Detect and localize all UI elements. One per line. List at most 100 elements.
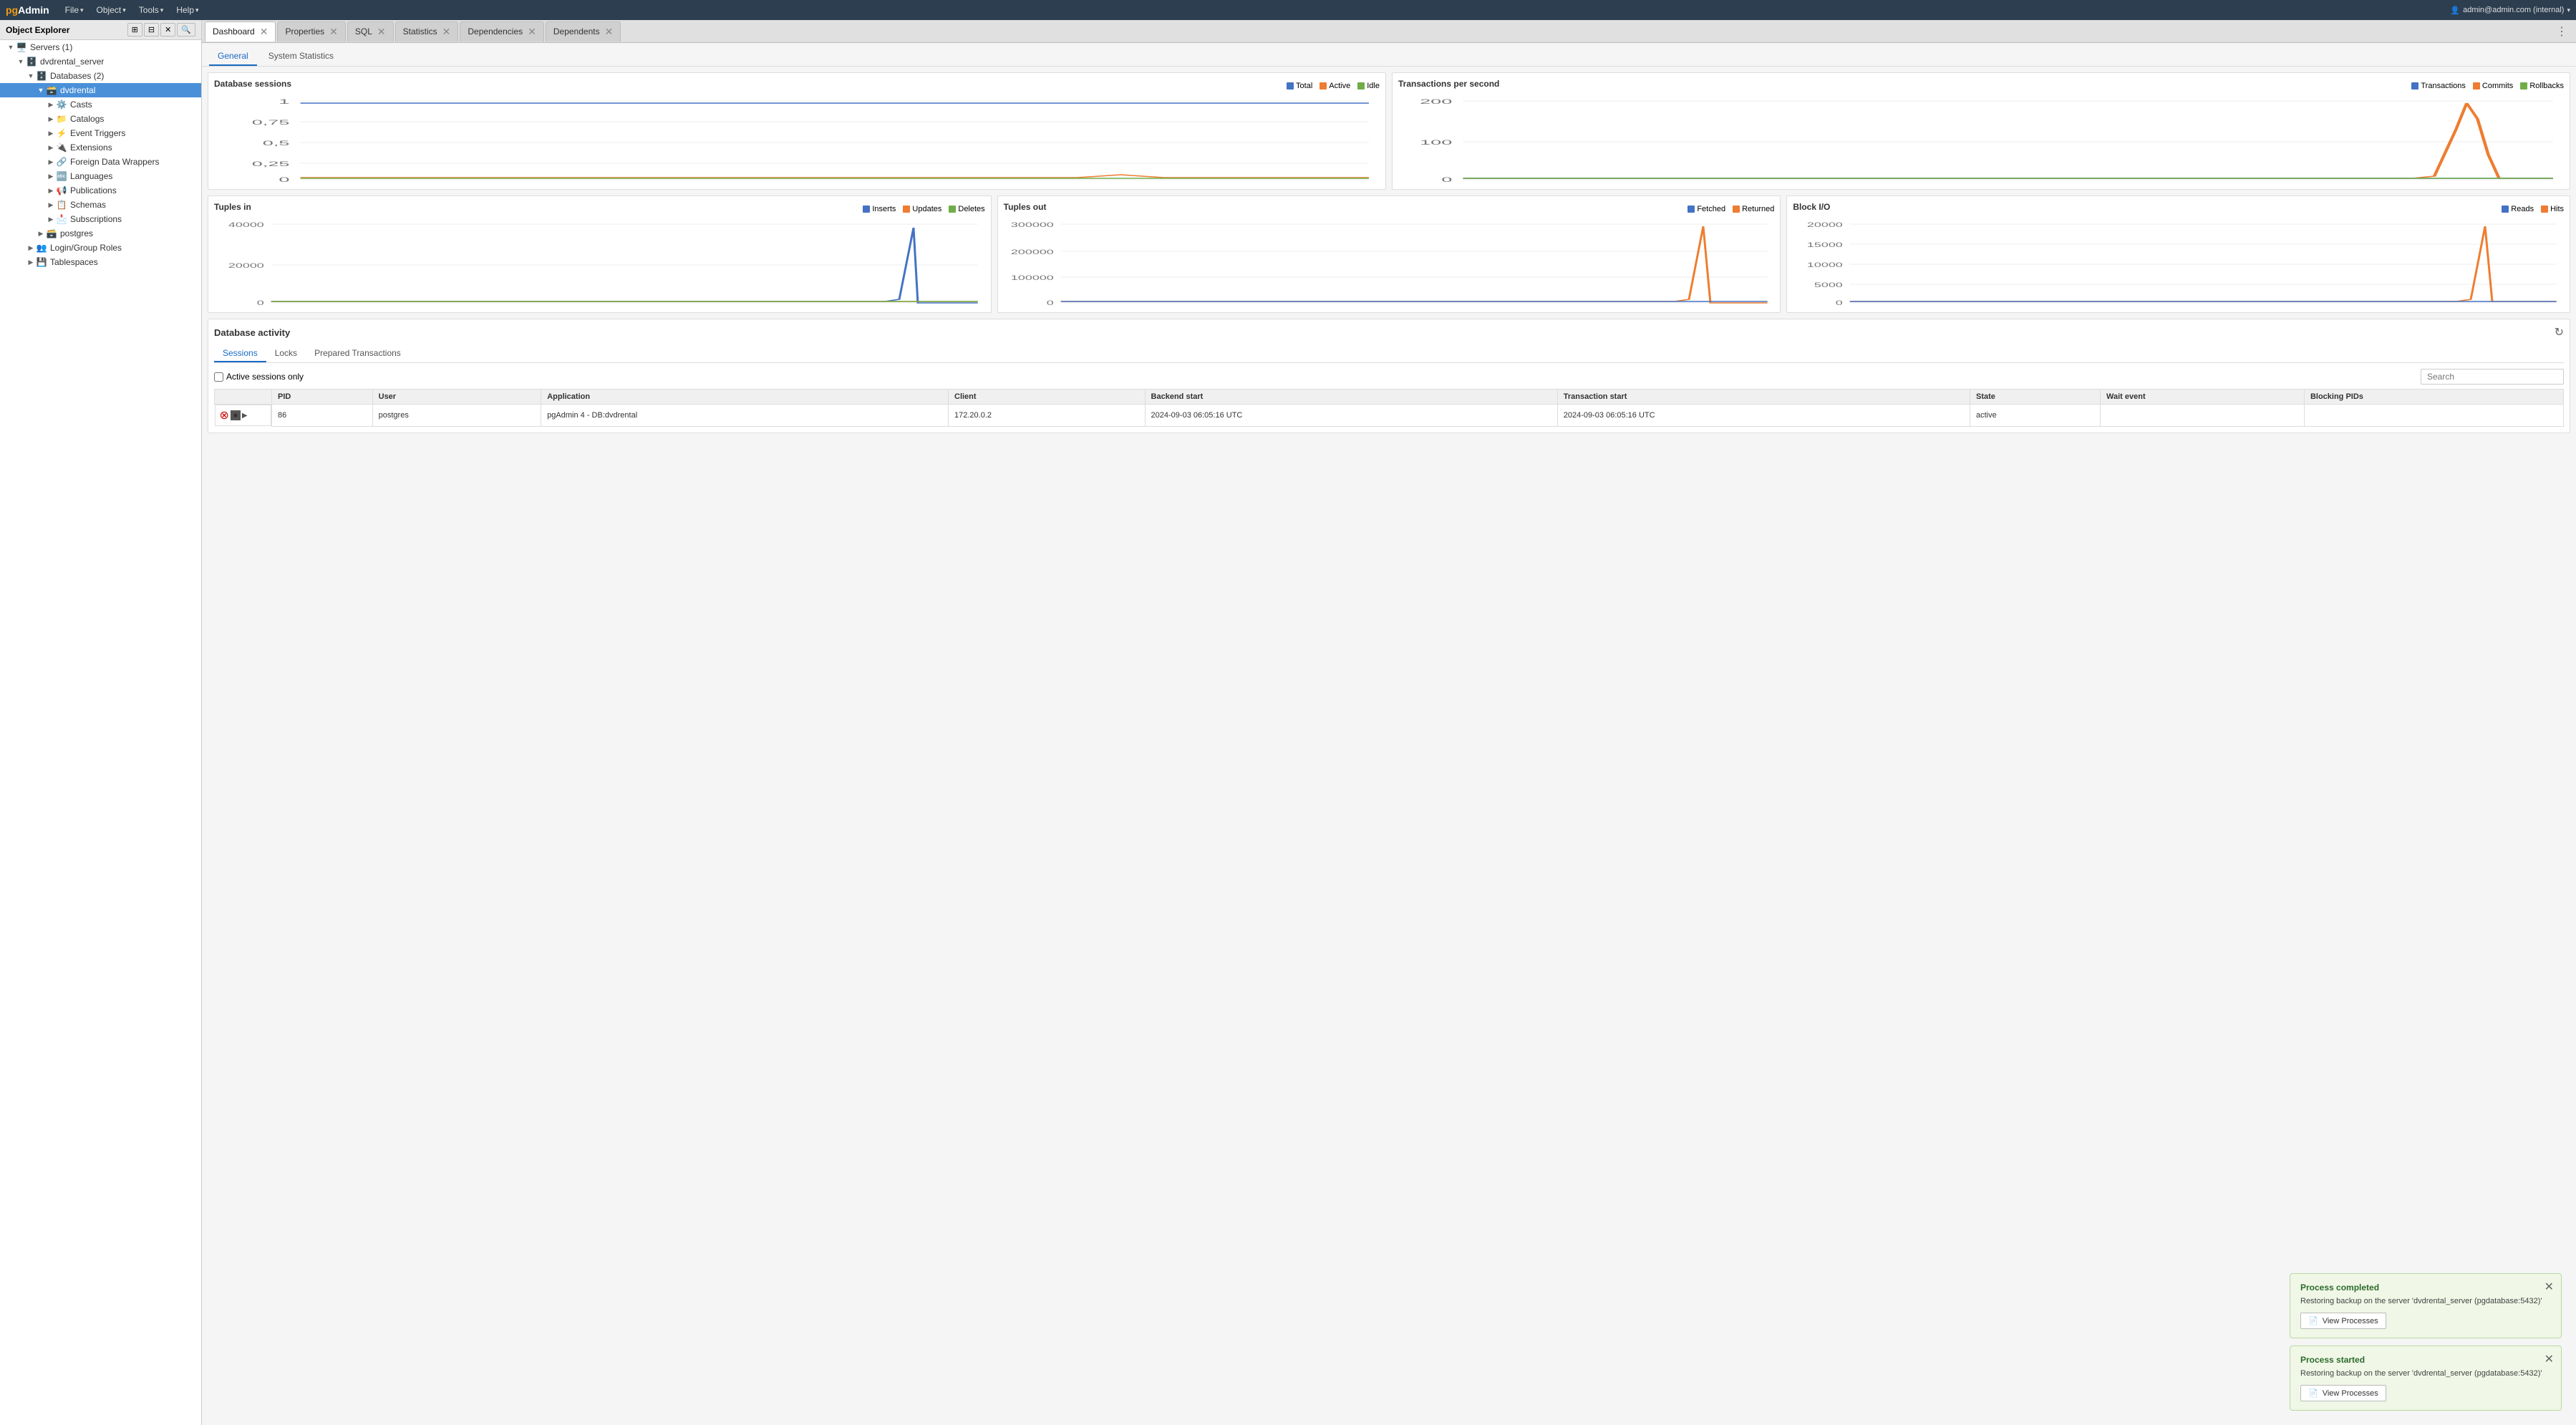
view-processes-button[interactable]: 📄 View Processes	[2300, 1313, 2386, 1329]
chevron-right-icon: ▶	[36, 230, 46, 238]
cell-application: pgAdmin 4 - DB:dvdrental	[541, 405, 949, 427]
tree-item-subscriptions[interactable]: ▶ 📩 Subscriptions	[0, 212, 201, 226]
tree-item-servers[interactable]: ▼ 🖥️ Servers (1)	[0, 40, 201, 54]
db-sessions-chart: 1 0,75 0,5 0,25 0	[214, 97, 1380, 183]
sidebar-tool-create[interactable]: ⊞	[127, 23, 142, 37]
row-actions: ⊗ ■ ▶	[215, 405, 272, 426]
col-user[interactable]: User	[372, 390, 541, 405]
activity-tab-sessions[interactable]: Sessions	[214, 345, 266, 362]
col-wait-event[interactable]: Wait event	[2101, 390, 2305, 405]
sub-tab-system-statistics[interactable]: System Statistics	[260, 47, 342, 66]
stop-button[interactable]: ■	[231, 410, 241, 420]
tab-dependencies[interactable]: Dependencies ✕	[460, 21, 543, 42]
transactions-legend: Transactions Commits Rollbacks	[2411, 82, 2564, 90]
tab-dependencies-label: Dependencies	[468, 26, 523, 37]
activity-tab-prepared-transactions[interactable]: Prepared Transactions	[306, 345, 410, 362]
tree-item-dvdrental-server[interactable]: ▼ 🗄️ dvdrental_server	[0, 54, 201, 69]
notification-started-body: Restoring backup on the server 'dvdrenta…	[2300, 1369, 2551, 1378]
tree-item-languages[interactable]: ▶ 🔤 Languages	[0, 169, 201, 183]
server-conn-icon: 🗄️	[26, 56, 37, 67]
search-input[interactable]	[2421, 369, 2564, 385]
sidebar-tool-delete[interactable]: ✕	[160, 23, 175, 37]
tab-properties[interactable]: Properties ✕	[277, 21, 345, 42]
sidebar-tool-search[interactable]: 🔍	[177, 23, 195, 37]
svg-text:200: 200	[1420, 98, 1452, 105]
activity-tab-locks[interactable]: Locks	[266, 345, 306, 362]
close-icon[interactable]: ✕	[442, 26, 451, 37]
expand-button[interactable]: ▶	[242, 412, 248, 420]
legend-hits-label: Hits	[2550, 205, 2564, 213]
legend-fetched-label: Fetched	[1697, 205, 1725, 213]
chevron-down-icon: ▼	[16, 58, 26, 65]
tablespaces-label: Tablespaces	[50, 257, 98, 267]
col-state[interactable]: State	[1970, 390, 2100, 405]
tree-item-extensions[interactable]: ▶ 🔌 Extensions	[0, 140, 201, 155]
tree-item-dvdrental[interactable]: ▼ 🗃️ dvdrental	[0, 83, 201, 97]
sessions-table: PID User Application Client Backend star…	[214, 389, 2564, 427]
legend-idle-label: Idle	[1367, 82, 1380, 90]
user-email: admin@admin.com (internal)	[2463, 6, 2564, 14]
tree-item-postgres[interactable]: ▶ 🗃️ postgres	[0, 226, 201, 241]
close-icon[interactable]: ✕	[528, 26, 536, 37]
refresh-button[interactable]: ↻	[2555, 325, 2564, 339]
tree-item-publications[interactable]: ▶ 📢 Publications	[0, 183, 201, 198]
col-client[interactable]: Client	[949, 390, 1146, 405]
close-icon[interactable]: ✕	[2544, 1352, 2554, 1366]
col-blocking-pids[interactable]: Blocking PIDs	[2304, 390, 2563, 405]
databases-label: Databases (2)	[50, 71, 104, 81]
legend-deletes-dot	[949, 206, 956, 213]
menu-object[interactable]: Object ▾	[91, 2, 132, 18]
main-layout: Object Explorer ⊞ ⊟ ✕ 🔍 ▼ 🖥️ Servers (1)…	[0, 20, 2576, 1425]
tab-statistics[interactable]: Statistics ✕	[395, 21, 459, 42]
legend-commits-label: Commits	[2482, 82, 2513, 90]
tab-properties-label: Properties	[285, 26, 324, 37]
close-icon[interactable]: ✕	[377, 26, 386, 37]
menu-file[interactable]: File ▾	[59, 2, 89, 18]
tree-item-catalogs[interactable]: ▶ 📁 Catalogs	[0, 112, 201, 126]
chevron-right-icon: ▶	[46, 201, 56, 209]
col-transaction-start[interactable]: Transaction start	[1557, 390, 1970, 405]
chevron-right-icon: ▶	[46, 144, 56, 152]
svg-text:0: 0	[279, 176, 289, 183]
tab-menu-button[interactable]: ⋮	[2550, 21, 2573, 42]
tab-sql[interactable]: SQL ✕	[347, 21, 394, 42]
active-sessions-checkbox[interactable]	[214, 372, 223, 382]
db-sessions-legend: Total Active Idle	[1287, 82, 1380, 90]
tree-item-databases[interactable]: ▼ 🗄️ Databases (2)	[0, 69, 201, 83]
tree-item-event-triggers[interactable]: ▶ ⚡ Event Triggers	[0, 126, 201, 140]
active-sessions-checkbox-label[interactable]: Active sessions only	[214, 372, 304, 382]
chevron-down-icon: ▼	[36, 87, 46, 94]
svg-text:40000: 40000	[228, 221, 264, 228]
sidebar-tool-properties[interactable]: ⊟	[144, 23, 159, 37]
col-backend-start[interactable]: Backend start	[1145, 390, 1557, 405]
close-icon[interactable]: ✕	[2544, 1280, 2554, 1294]
servers-icon: 🖥️	[16, 42, 27, 53]
chevron-right-icon: ▶	[26, 244, 36, 252]
activity-tabs: Sessions Locks Prepared Transactions	[214, 345, 2564, 363]
close-icon[interactable]: ✕	[260, 26, 268, 37]
view-processes-button-2[interactable]: 📄 View Processes	[2300, 1385, 2386, 1401]
menu-tools[interactable]: Tools ▾	[133, 2, 170, 18]
block-io-panel: Block I/O Reads Hits	[1786, 195, 2570, 313]
user-info[interactable]: 👤 admin@admin.com (internal) ▾	[2450, 6, 2570, 15]
tree-item-login-group-roles[interactable]: ▶ 👥 Login/Group Roles	[0, 241, 201, 255]
sidebar-header: Object Explorer ⊞ ⊟ ✕ 🔍	[0, 20, 201, 40]
tree-item-tablespaces[interactable]: ▶ 💾 Tablespaces	[0, 255, 201, 269]
col-pid[interactable]: PID	[272, 390, 373, 405]
close-icon[interactable]: ✕	[605, 26, 614, 37]
tab-dependents[interactable]: Dependents ✕	[546, 21, 621, 42]
tuples-in-chart: 40000 20000 0	[214, 221, 985, 306]
close-icon[interactable]: ✕	[329, 26, 338, 37]
svg-text:0: 0	[1441, 176, 1452, 183]
subscription-icon: 📩	[56, 213, 67, 225]
tree-item-foreign-data-wrappers[interactable]: ▶ 🔗 Foreign Data Wrappers	[0, 155, 201, 169]
tree-item-schemas[interactable]: ▶ 📋 Schemas	[0, 198, 201, 212]
tab-bar: Dashboard ✕ Properties ✕ SQL ✕ Statistic…	[202, 20, 2576, 43]
menu-help[interactable]: Help ▾	[170, 2, 204, 18]
kill-button[interactable]: ⊗	[220, 408, 229, 422]
col-application[interactable]: Application	[541, 390, 949, 405]
tree-item-casts[interactable]: ▶ ⚙️ Casts	[0, 97, 201, 112]
tab-dashboard[interactable]: Dashboard ✕	[205, 21, 276, 42]
sub-tab-general[interactable]: General	[209, 47, 257, 66]
db-sessions-title: Database sessions	[214, 79, 291, 89]
